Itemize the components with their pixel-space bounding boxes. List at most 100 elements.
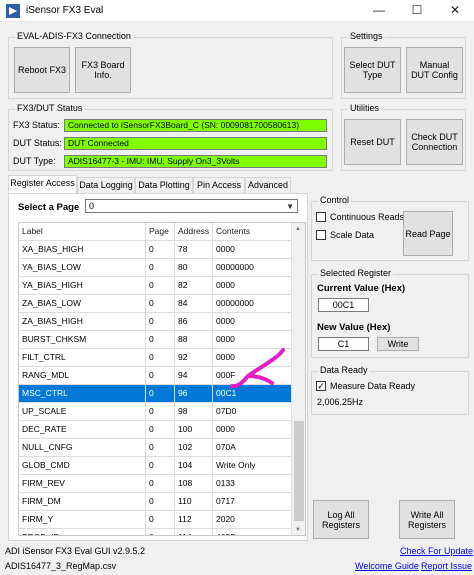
tab-register-access[interactable]: Register Access — [8, 175, 77, 193]
table-row[interactable]: UP_SCALE 0 98 07D0 — [19, 403, 292, 421]
settings-group: Settings Select DUT Type Manual DUT Conf… — [341, 31, 466, 99]
table-row[interactable]: FIRM_DM 0 110 0717 — [19, 493, 292, 511]
measure-data-ready-checkbox[interactable]: ✓ — [316, 381, 326, 391]
tab-data-logging[interactable]: Data Logging — [77, 177, 135, 193]
table-row[interactable]: PROD_ID0114405D — [19, 529, 292, 535]
cell-address: 92 — [175, 349, 213, 367]
page-select[interactable]: 0 ▼ — [85, 199, 298, 213]
cell-address: 100 — [175, 421, 213, 439]
check-for-update-link[interactable]: Check For Update — [400, 546, 473, 556]
table-row[interactable]: GLOB_CMD 0 104 Write Only — [19, 457, 292, 475]
fx3-board-info-button[interactable]: FX3 Board Info. — [75, 47, 131, 93]
table-row[interactable]: YA_BIAS_LOW 0 80 00000000 — [19, 259, 292, 277]
table-row[interactable]: NULL_CNFG 0 102 070A — [19, 439, 292, 457]
tab-pin-access[interactable]: Pin Access — [193, 177, 245, 193]
cell-address: 96 — [175, 385, 213, 403]
header-page: Page — [146, 223, 175, 241]
scroll-down-icon[interactable]: ▼ — [295, 527, 301, 533]
cell-page: 0 — [146, 241, 175, 259]
cell-address: 82 — [175, 277, 213, 295]
cell-label: NULL_CNFG — [19, 439, 146, 457]
check-dut-connection-button[interactable]: Check DUT Connection — [406, 119, 463, 165]
regmap-file-text: ADIS16477_3_RegMap.csv — [5, 561, 117, 571]
write-button[interactable]: Write — [377, 337, 419, 351]
maximize-button[interactable]: ☐ — [398, 0, 436, 22]
cell-contents: 070A — [213, 439, 292, 457]
chevron-down-icon: ▼ — [286, 202, 294, 211]
cell-label: YA_BIAS_LOW — [19, 259, 146, 277]
scrollbar-thumb[interactable] — [294, 421, 304, 521]
cell-label: FIRM_REV — [19, 475, 146, 493]
cell-label: GLOB_CMD — [19, 457, 146, 475]
cell-page: 0 — [146, 277, 175, 295]
cell-address: 108 — [175, 475, 213, 493]
reset-dut-button[interactable]: Reset DUT — [344, 119, 401, 165]
connection-group: EVAL-ADIS-FX3 Connection Reboot FX3 FX3 … — [8, 31, 333, 99]
new-value-label: New Value (Hex) — [317, 322, 391, 333]
current-value-label: Current Value (Hex) — [317, 283, 406, 294]
utilities-group-title: Utilities — [348, 103, 382, 113]
scale-data-checkbox[interactable] — [316, 230, 326, 240]
continuous-reads-label: Continuous Reads — [330, 212, 405, 222]
register-table: Label Page Address Contents XA_BIAS_HIGH 0 78 0… — [18, 222, 306, 536]
app-logo-icon — [6, 4, 20, 18]
cell-contents: 2020 — [213, 511, 292, 529]
register-table-scrollbar[interactable]: ▲ ▼ — [291, 223, 305, 535]
log-all-registers-button[interactable]: Log All Registers — [313, 500, 369, 539]
report-issue-link[interactable]: Report Issue — [421, 561, 472, 571]
cell-page: 0 — [146, 457, 175, 475]
cell-contents: 07D0 — [213, 403, 292, 421]
table-header: Label Page Address Contents — [19, 223, 292, 241]
close-button[interactable]: ✕ — [436, 0, 474, 22]
cell-label: RANG_MDL — [19, 367, 146, 385]
table-row[interactable]: RANG_MDL 0 94 000F — [19, 367, 292, 385]
cell-contents: 000F — [213, 367, 292, 385]
cell-page: 0 — [146, 313, 175, 331]
select-dut-type-button[interactable]: Select DUT Type — [344, 47, 401, 93]
welcome-guide-link[interactable]: Welcome Guide — [355, 561, 419, 571]
continuous-reads-checkbox[interactable] — [316, 212, 326, 222]
cell-address: 88 — [175, 331, 213, 349]
cell-label: FILT_CTRL — [19, 349, 146, 367]
table-row[interactable]: YA_BIAS_HIGH 0 82 0000 — [19, 277, 292, 295]
write-all-registers-button[interactable]: Write All Registers — [399, 500, 455, 539]
minimize-button[interactable]: — — [360, 0, 398, 22]
read-page-button[interactable]: Read Page — [403, 211, 453, 256]
dut-type-field: ADIS16477-3 - IMU: IMU, Supply On3_3Volt… — [64, 155, 327, 168]
cell-label: BURST_CHKSM — [19, 331, 146, 349]
manual-dut-config-button[interactable]: Manual DUT Config — [406, 47, 463, 93]
cell-contents: 0717 — [213, 493, 292, 511]
scroll-up-icon[interactable]: ▲ — [295, 226, 301, 232]
cell-contents: 0000 — [213, 349, 292, 367]
reboot-fx3-button[interactable]: Reboot FX3 — [14, 47, 70, 93]
cell-label: ZA_BIAS_LOW — [19, 295, 146, 313]
table-row[interactable]: ZA_BIAS_LOW 0 84 00000000 — [19, 295, 292, 313]
cell-contents: 0000 — [213, 277, 292, 295]
measure-data-ready-label: Measure Data Ready — [330, 381, 416, 391]
settings-group-title: Settings — [348, 31, 385, 41]
tab-advanced[interactable]: Advanced — [245, 177, 291, 193]
table-row[interactable]: XA_BIAS_HIGH 0 78 0000 — [19, 241, 292, 259]
cell-address: 86 — [175, 313, 213, 331]
scale-data-label: Scale Data — [330, 230, 375, 240]
cell-page: 0 — [146, 511, 175, 529]
cell-address: 114 — [175, 529, 213, 535]
table-row[interactable]: FIRM_Y 0 112 2020 — [19, 511, 292, 529]
table-row[interactable]: ZA_BIAS_HIGH 0 86 0000 — [19, 313, 292, 331]
cell-page: 0 — [146, 421, 175, 439]
table-row[interactable]: DEC_RATE 0 100 0000 — [19, 421, 292, 439]
data-ready-title: Data Ready — [318, 365, 370, 375]
data-ready-group: Data Ready ✓ Measure Data Ready 2,006.25… — [311, 365, 469, 415]
data-ready-rate: 2,006.25Hz — [317, 397, 364, 407]
cell-address: 94 — [175, 367, 213, 385]
cell-contents: 00000000 — [213, 295, 292, 313]
utilities-group: Utilities Reset DUT Check DUT Connection — [341, 103, 466, 171]
table-row[interactable]: MSC_CTRL 0 96 00C1 — [19, 385, 292, 403]
new-value-input[interactable]: C1 — [318, 337, 369, 351]
cell-address: 98 — [175, 403, 213, 421]
tab-data-plotting[interactable]: Data Plotting — [135, 177, 193, 193]
table-row[interactable]: BURST_CHKSM 0 88 0000 — [19, 331, 292, 349]
table-row[interactable]: FILT_CTRL 0 92 0000 — [19, 349, 292, 367]
cell-contents: 0133 — [213, 475, 292, 493]
table-row[interactable]: FIRM_REV 0 108 0133 — [19, 475, 292, 493]
